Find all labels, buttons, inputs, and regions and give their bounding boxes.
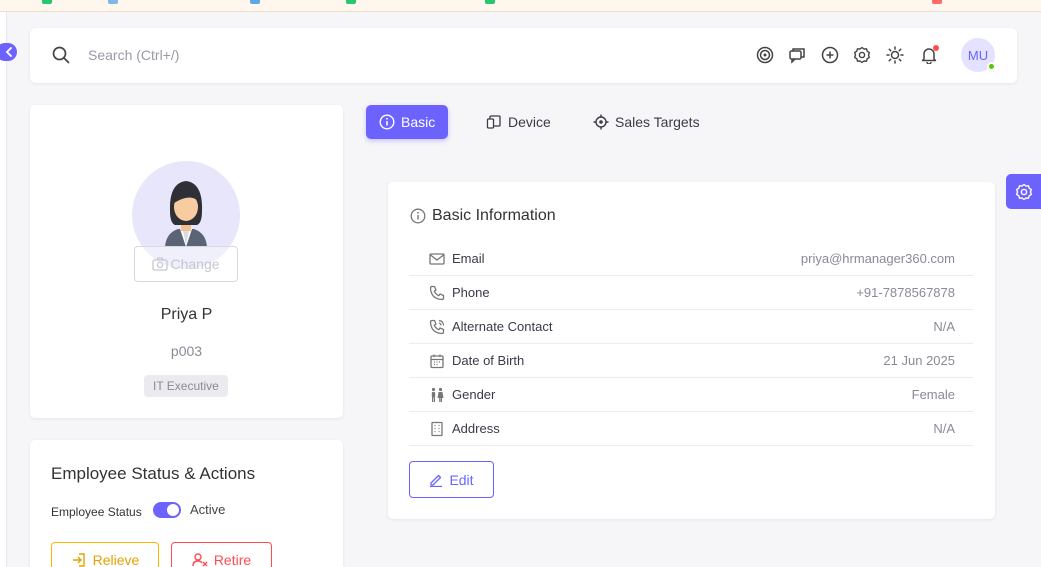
info-value: 21 Jun 2025 <box>883 353 955 368</box>
target-icon[interactable] <box>755 45 775 65</box>
info-value: +91-7878567878 <box>856 285 955 300</box>
tab-device-label: Device <box>508 114 551 130</box>
basic-information-title: Basic Information <box>410 207 556 225</box>
info-row-gender: Gender Female <box>409 378 973 412</box>
employee-status-value: Active <box>190 502 226 517</box>
info-value: Female <box>911 387 955 402</box>
info-row-alternate-contact: Alternate Contact N/A <box>409 310 973 344</box>
pencil-icon <box>430 474 443 487</box>
building-icon <box>428 420 446 438</box>
notification-bell-icon[interactable] <box>919 45 939 65</box>
notification-dot <box>933 45 939 51</box>
info-icon <box>379 114 395 130</box>
camera-icon <box>152 257 169 271</box>
theme-sun-icon[interactable] <box>885 45 905 65</box>
info-label: Address <box>452 421 500 436</box>
relieve-label: Relieve <box>92 552 140 567</box>
gender-icon <box>428 386 446 404</box>
user-initials: MU <box>967 47 989 63</box>
employee-status-card: Employee Status & Actions Employee Statu… <box>30 440 343 567</box>
edit-label: Edit <box>449 471 474 488</box>
edit-button[interactable]: Edit <box>409 461 494 498</box>
customizer-settings-button[interactable] <box>1006 174 1041 209</box>
tab-device[interactable]: Device <box>473 105 564 139</box>
tab-sales-targets[interactable]: Sales Targets <box>580 105 713 139</box>
add-circle-icon[interactable] <box>820 45 840 65</box>
top-navbar: MU <box>30 28 1017 83</box>
relieve-button[interactable]: Relieve <box>51 542 159 567</box>
user-avatar[interactable]: MU <box>961 38 996 72</box>
target-icon <box>593 114 609 130</box>
info-row-address: Address N/A <box>409 412 973 446</box>
sidebar-toggle-button[interactable] <box>0 43 17 61</box>
search-icon[interactable] <box>51 45 71 65</box>
strip-marker <box>42 0 52 4</box>
strip-marker <box>108 0 118 4</box>
settings-icon <box>1015 183 1032 200</box>
tab-sales-targets-label: Sales Targets <box>615 114 700 130</box>
info-label: Date of Birth <box>452 353 525 368</box>
search-input[interactable] <box>88 42 488 68</box>
retire-label: Retire <box>213 552 252 567</box>
info-label: Email <box>452 251 485 266</box>
employee-status-toggle[interactable] <box>153 502 181 518</box>
info-value: N/A <box>933 319 955 334</box>
device-icon <box>486 115 501 129</box>
info-row-phone: Phone +91-7878567878 <box>409 276 973 310</box>
toggle-knob <box>167 504 179 516</box>
logout-icon <box>72 553 85 567</box>
sidebar-collapsed <box>0 12 7 567</box>
phone-call-icon <box>428 318 446 336</box>
strip-marker <box>932 0 942 4</box>
info-icon <box>410 208 426 224</box>
info-row-date-of-birth: Date of Birth 21 Jun 2025 <box>409 344 973 378</box>
online-status-dot <box>987 62 996 71</box>
calendar-icon <box>428 352 446 370</box>
chevron-left-icon <box>5 47 12 57</box>
profile-card: Change Priya P p003 IT Executive <box>30 105 343 418</box>
change-photo-label: Change <box>170 256 220 272</box>
info-label: Gender <box>452 387 496 402</box>
mail-icon <box>428 250 446 268</box>
strip-marker <box>250 0 260 4</box>
strip-marker <box>485 0 495 4</box>
info-label: Alternate Contact <box>452 319 553 334</box>
info-row-email: Email priya@hrmanager360.com <box>409 242 973 276</box>
info-value: N/A <box>933 421 955 436</box>
role-badge: IT Executive <box>144 375 228 397</box>
phone-icon <box>428 284 446 302</box>
user-remove-icon <box>192 553 208 567</box>
employee-code: p003 <box>170 343 203 359</box>
basic-information-card: Basic Information Email priya@hrmanager3… <box>388 182 995 519</box>
status-card-title: Employee Status & Actions <box>51 464 256 483</box>
info-value: priya@hrmanager360.com <box>800 251 955 266</box>
employee-name: Priya P <box>160 306 213 323</box>
strip-marker <box>346 0 356 4</box>
retire-button[interactable]: Retire <box>171 542 272 567</box>
basic-information-title-text: Basic Information <box>432 207 556 224</box>
chat-icon[interactable] <box>787 45 807 65</box>
employee-status-label: Employee Status <box>51 505 142 519</box>
change-photo-button[interactable]: Change <box>134 246 238 282</box>
tab-basic-label: Basic <box>401 114 436 130</box>
tab-basic[interactable]: Basic <box>366 105 449 139</box>
settings-icon[interactable] <box>852 45 872 65</box>
top-strip <box>0 0 1041 12</box>
info-label: Phone <box>452 285 490 300</box>
